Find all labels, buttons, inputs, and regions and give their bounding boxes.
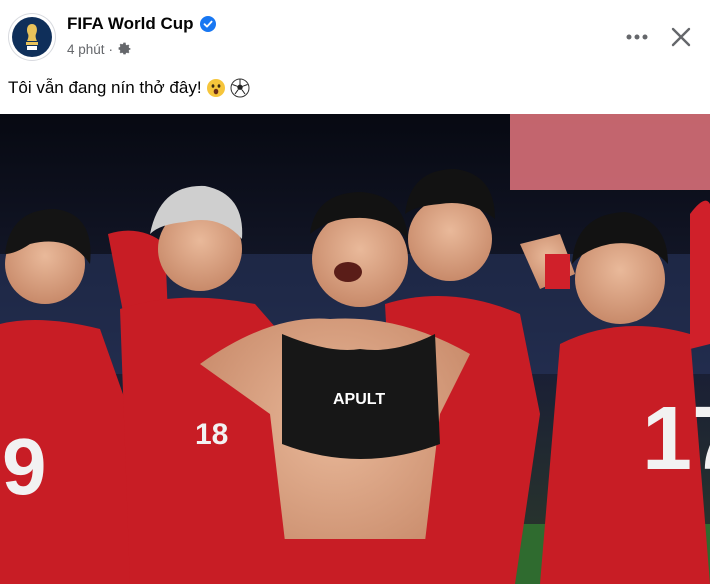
astonished-face-emoji <box>206 78 226 98</box>
page-avatar[interactable] <box>8 13 56 61</box>
close-button[interactable] <box>664 20 698 54</box>
gear-icon[interactable] <box>117 42 132 57</box>
verified-badge-icon <box>199 16 216 32</box>
soccer-ball-emoji <box>230 78 250 98</box>
page-name[interactable]: FIFA World Cup <box>67 14 194 34</box>
post-photo[interactable]: 9 18 APULT 17 <box>0 114 710 584</box>
sponsor-text: APULT <box>333 391 385 408</box>
svg-text:9: 9 <box>2 422 47 511</box>
svg-text:17: 17 <box>642 389 710 489</box>
post-time[interactable]: 4 phút <box>67 42 105 57</box>
team-celebration-photo: 9 18 APULT 17 <box>0 114 710 584</box>
svg-text:18: 18 <box>195 418 228 451</box>
more-options-button[interactable] <box>620 20 654 54</box>
fifa-logo-icon <box>12 17 52 57</box>
post-caption: Tôi vẫn đang nín thở đây! <box>8 78 250 98</box>
more-options-icon <box>626 34 648 40</box>
close-icon <box>671 27 691 47</box>
post-header: FIFA World Cup 4 phút · <box>0 0 710 70</box>
caption-text: Tôi vẫn đang nín thở đây! <box>8 78 202 97</box>
meta-separator: · <box>108 42 114 57</box>
